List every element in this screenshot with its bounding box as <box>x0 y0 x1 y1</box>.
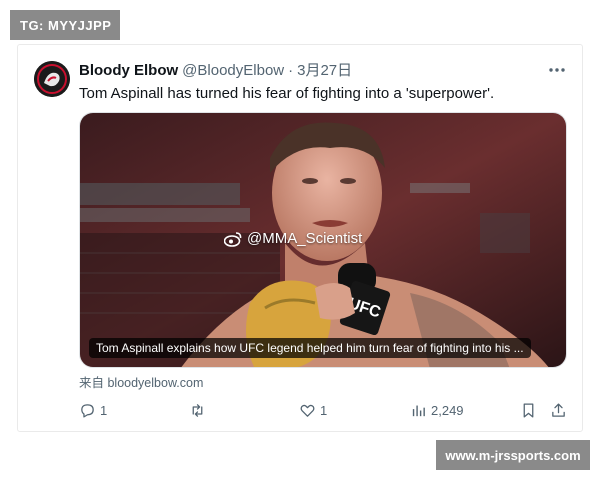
more-horizontal-icon <box>549 68 565 72</box>
link-card-caption[interactable]: Tom Aspinall explains how UFC legend hel… <box>89 338 531 358</box>
retweet-button[interactable] <box>189 400 210 420</box>
weibo-icon <box>224 231 242 247</box>
tweet-card[interactable]: Bloody Elbow @BloodyElbow · 3月27日 Tom As… <box>17 44 583 432</box>
heart-icon <box>300 404 315 417</box>
bloody-elbow-logo-icon <box>34 61 70 97</box>
tweet-header: Bloody Elbow @BloodyElbow · 3月27日 <box>79 62 352 80</box>
bookmark-button[interactable] <box>520 400 537 420</box>
more-options-button[interactable] <box>548 63 566 77</box>
tweet-date[interactable]: 3月27日 <box>297 62 352 80</box>
bookmark-icon <box>523 402 534 418</box>
retweet-icon <box>192 403 203 417</box>
separator-dot: · <box>288 62 294 79</box>
like-button[interactable]: 1 <box>299 400 327 420</box>
bottom-right-watermark-label: www.m-jrssports.com <box>436 440 590 470</box>
views-button[interactable]: 2,249 <box>410 400 464 420</box>
reply-button[interactable]: 1 <box>79 400 107 420</box>
image-watermark: @MMA_Scientist <box>224 230 362 247</box>
share-icon <box>552 402 565 417</box>
bar-chart-icon <box>412 405 425 416</box>
top-left-watermark-label: TG: MYYJJPP <box>10 10 120 40</box>
views-count: 2,249 <box>431 402 464 418</box>
display-name[interactable]: Bloody Elbow <box>79 62 178 80</box>
tweet-actions-bar: 1 1 2,249 <box>79 400 567 420</box>
like-count: 1 <box>320 402 328 418</box>
share-button[interactable] <box>550 400 567 420</box>
watermark-text: @MMA_Scientist <box>247 230 363 247</box>
reply-count: 1 <box>100 402 108 418</box>
user-handle[interactable]: @BloodyElbow <box>182 62 284 80</box>
tweet-text: Tom Aspinall has turned his fear of figh… <box>79 85 495 102</box>
reply-icon <box>81 403 94 418</box>
avatar[interactable] <box>34 61 70 97</box>
tweet-media-image[interactable]: UFC @MMA_Scientist Tom Aspinall explains… <box>79 112 567 368</box>
source-link[interactable]: 来自 bloodyelbow.com <box>79 372 203 391</box>
